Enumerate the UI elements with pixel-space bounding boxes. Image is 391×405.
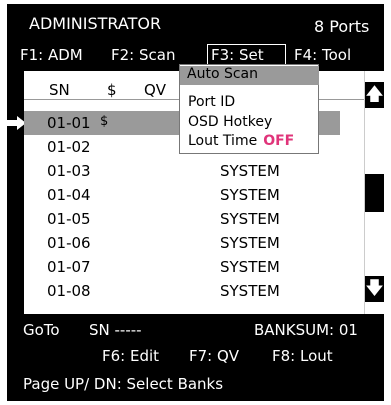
port-name: SYSTEM	[220, 258, 280, 276]
port-name: SYSTEM	[220, 186, 280, 204]
goto-sn-field[interactable]: SN -----	[89, 321, 142, 339]
fkey-f1-adm[interactable]: F1: ADM	[20, 46, 83, 64]
port-name: SYSTEM	[220, 234, 280, 252]
port-sn: 01-05	[47, 210, 91, 228]
scroll-up-arrow-icon[interactable]: 🡅	[365, 82, 384, 108]
scroll-thumb[interactable]	[365, 174, 384, 212]
port-sn: 01-06	[47, 234, 91, 252]
port-flag: $	[100, 114, 109, 129]
scrollbar[interactable]: 🡅 🡇	[364, 71, 384, 314]
port-row[interactable]: 01-08 SYSTEM	[24, 279, 340, 303]
fkey-f7-qv[interactable]: F7: QV	[189, 347, 239, 365]
port-row[interactable]: 01-03 SYSTEM	[24, 159, 340, 183]
port-sn: 01-04	[47, 186, 91, 204]
menu-item-osd-hotkey[interactable]: OSD Hotkey	[188, 114, 272, 130]
scroll-down-arrow-icon[interactable]: 🡇	[365, 276, 384, 302]
ports-count: 8 Ports	[314, 17, 370, 36]
column-header-qv: QV	[144, 81, 167, 99]
port-sn: 01-01	[47, 114, 91, 132]
goto-label: GoTo	[23, 321, 60, 339]
port-sn: 01-03	[47, 162, 91, 180]
port-row[interactable]: 01-05 SYSTEM	[24, 207, 340, 231]
menu-item-lout-time[interactable]: Lout Time OFF	[188, 133, 294, 149]
column-header-sn: SN	[49, 81, 70, 99]
port-row[interactable]: 01-04 SYSTEM	[24, 183, 340, 207]
banksum-label: BANKSUM: 01	[254, 321, 358, 339]
page-title: ADMINISTRATOR	[29, 14, 162, 33]
fkey-f2-scan[interactable]: F2: Scan	[111, 46, 175, 64]
port-name: SYSTEM	[220, 282, 280, 300]
port-name: SYSTEM	[220, 210, 280, 228]
fkey-f8-lout[interactable]: F8: Lout	[272, 347, 333, 365]
port-name: SYSTEM	[220, 162, 280, 180]
menu-item-port-id[interactable]: Port ID	[188, 94, 235, 110]
page-updown-hint: Page UP/ DN: Select Banks	[23, 375, 224, 393]
menu-item-auto-scan[interactable]: Auto Scan	[180, 66, 319, 85]
fkey-f3-set[interactable]: F3: Set	[211, 46, 264, 64]
port-sn: 01-02	[47, 138, 91, 156]
port-sn: 01-08	[47, 282, 91, 300]
fkey-f6-edit[interactable]: F6: Edit	[102, 347, 159, 365]
set-dropdown-menu: Auto Scan Port ID OSD Hotkey Lout Time OF…	[179, 64, 319, 154]
fkey-f4-tool[interactable]: F4: Tool	[294, 46, 351, 64]
lout-time-value: OFF	[263, 133, 295, 149]
port-sn: 01-07	[47, 258, 91, 276]
port-row[interactable]: 01-07 SYSTEM	[24, 255, 340, 279]
port-row[interactable]: 01-06 SYSTEM	[24, 231, 340, 255]
osd-window: ADMINISTRATOR 8 Ports F1: ADM F2: Scan F…	[7, 4, 384, 401]
lout-time-label: Lout Time	[188, 133, 258, 149]
column-header-dollar: $	[107, 81, 117, 99]
